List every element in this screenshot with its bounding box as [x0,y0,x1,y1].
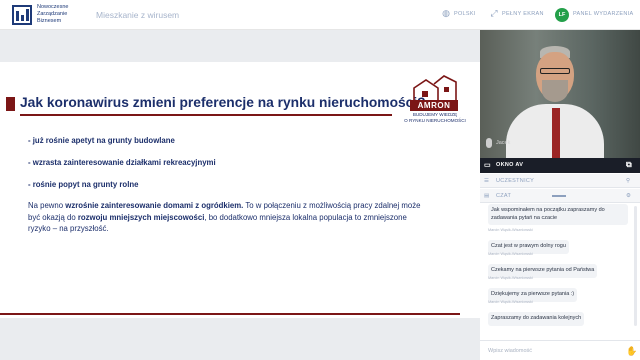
fullscreen-button[interactable]: PEŁNY EKRAN [502,11,544,17]
speaker-name: Jacek [496,140,511,146]
fullscreen-icon[interactable]: ⤢ [489,8,499,18]
chat-message: Marcin Wąsik-Wiszniowski Zapraszamy do z… [488,300,585,326]
chat-message: Jak wspominałem na początku zapraszamy d… [488,204,628,225]
microphone-icon [486,138,492,148]
participants-label: UCZESTNICY [496,178,535,184]
speaker-video[interactable]: Jacek [480,30,640,158]
raise-hand-icon[interactable]: ✋ [626,346,637,357]
chat-message-author: Marcin Wąsik-Wiszniowski [488,228,533,232]
amron-tagline: BUDUJEMY WIEDZĘ O RYNKU NIERUCHOMOŚCI [404,112,466,123]
user-avatar[interactable]: LF [555,8,569,22]
globe-icon[interactable]: ◍ [441,8,451,18]
search-icon[interactable]: ⚲ [626,178,630,184]
av-window-label: OKNO AV [496,162,524,168]
language-selector[interactable]: POLSKI [454,11,476,17]
av-window-header[interactable]: ▭ OKNO AV ⧉ [480,158,640,173]
chat-message: Marcin Wąsik-Wiszniowski Czekamy na pier… [488,252,598,278]
chat-scrollbar[interactable] [634,206,637,326]
chat-input[interactable]: Wpisz wiadomość ✋ [480,340,640,360]
chat-message-author: Marcin Wąsik-Wiszniowski [488,300,533,304]
video-camera-icon: ▭ [484,162,491,169]
chat-input-placeholder[interactable]: Wpisz wiadomość [488,348,532,354]
title-accent-bar [6,97,15,111]
slide-title: Jak koronawirus zmieni preferencje na ry… [20,95,426,110]
chat-message-author: Marcin Wąsik-Wiszniowski [488,276,533,280]
settings-icon[interactable]: ⚙ [626,193,631,199]
chat-messages[interactable]: Jak wspominałem na początku zapraszamy d… [480,203,640,340]
title-underline [20,114,392,116]
bullet-point: - już rośnie apetyt na grunty budowlane [28,136,175,145]
participants-tab[interactable]: ☰ UCZESTNICY ⚲ [480,174,640,188]
nzb-logo-icon [12,5,32,25]
chat-tab[interactable]: ▤ CZAT ⚙ [480,189,640,203]
chat-message: Marcin Wąsik-Wiszniowski Czat jest w pra… [488,228,569,254]
bullet-point: - wzrasta zainteresowanie działkami rekr… [28,158,216,167]
bullet-point: - rośnie popyt na grunty rolne [28,180,139,189]
popout-icon[interactable]: ⧉ [626,160,632,170]
chat-icon: ▤ [484,193,490,199]
event-title: Mieszkanie z wirusem [96,10,180,20]
logo-text: Nowoczesne Zarządzanie Biznesem [37,4,69,24]
chat-message-author: Marcin Wąsik-Wiszniowski [488,252,533,256]
amron-logo: AMRON BUDUJEMY WIEDZĘ O RYNKU NIERUCHOMO… [398,74,472,132]
participants-icon: ☰ [484,178,490,184]
slide-paragraph: Na pewno wzrośnie zainteresowanie domami… [28,201,421,234]
event-panel-button[interactable]: PANEL WYDARZENIA [573,11,633,17]
drag-handle[interactable] [552,195,566,197]
chat-message-text: Jak wspominałem na początku zapraszamy d… [488,204,628,225]
amron-wordmark: AMRON [410,100,458,111]
top-bar: Nowoczesne Zarządzanie Biznesem Mieszkan… [0,0,640,30]
house-icon [413,75,457,100]
chat-message-text: Zapraszamy do zadawania kolejnych [488,312,585,326]
bottom-rule [0,313,460,315]
presentation-slide: Jak koronawirus zmieni preferencje na ry… [0,62,480,318]
chat-message: Marcin Wąsik-Wiszniowski Dziękujemy za p… [488,276,578,302]
chat-label: CZAT [496,193,512,199]
